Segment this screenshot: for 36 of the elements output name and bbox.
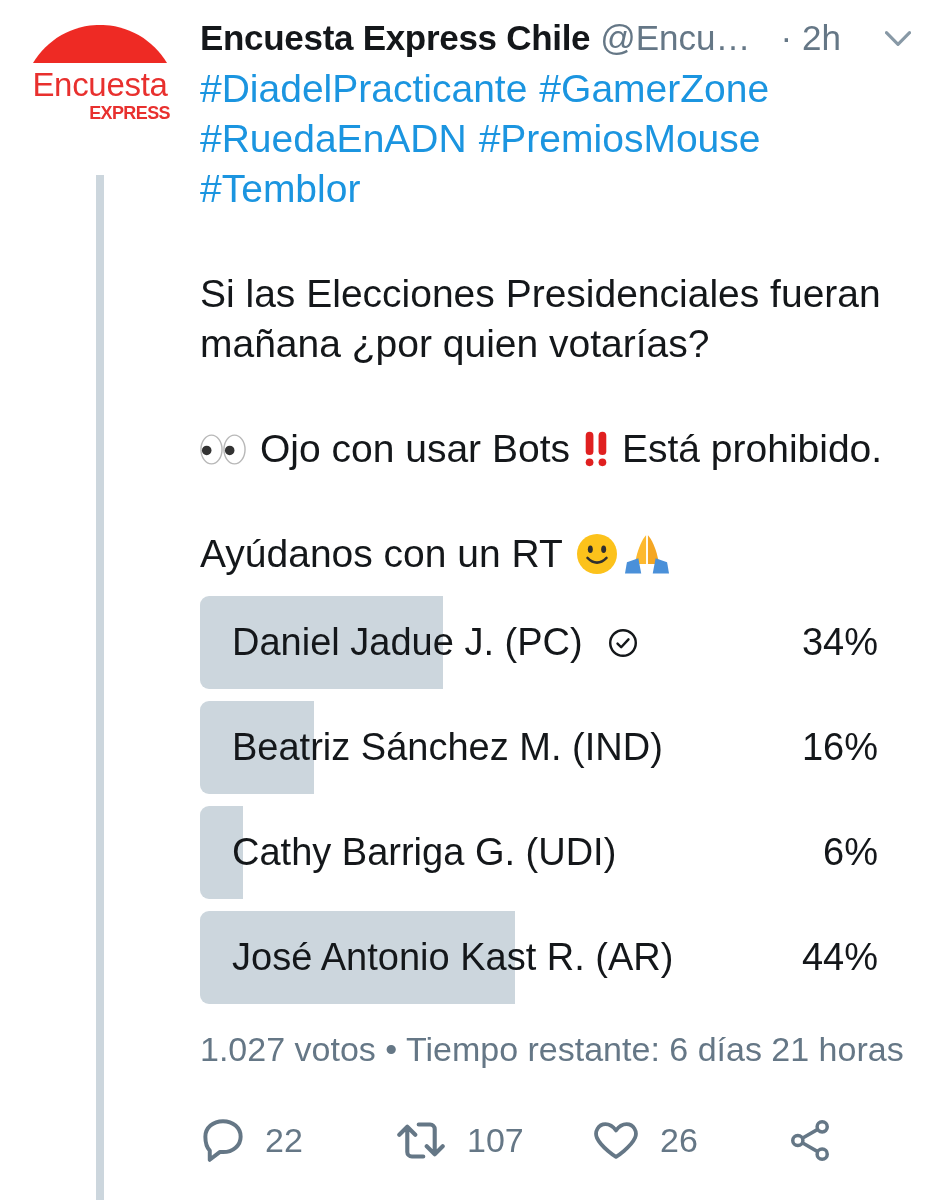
hashtag-link[interactable]: #RuedaEnADN <box>200 114 467 164</box>
tweet-text: Está prohibido. <box>622 426 883 472</box>
action-count: 26 <box>660 1120 698 1160</box>
smiling-face-icon <box>576 534 617 574</box>
praying-hands-icon <box>624 534 669 574</box>
poll-percentage: 16% <box>801 726 878 769</box>
retweet-icon[interactable] <box>397 1121 445 1159</box>
poll-summary: 1.027 votos • Tiempo restante: 6 días 21 horas <box>200 1030 905 1068</box>
poll-option-label: José Antonio Kast R. (AR) <box>232 936 674 979</box>
logo-subtext: EXPRESS <box>89 103 170 123</box>
eyes-emoji-icon <box>200 433 246 465</box>
poll-percentage: 6% <box>823 831 878 874</box>
logo-text: Encuesta <box>32 67 168 103</box>
poll-option-label: Beatriz Sánchez M. (IND) <box>232 726 663 769</box>
hashtag-link[interactable]: #GamerZone <box>539 64 770 114</box>
poll-option-label: Daniel Jadue J. (PC) <box>232 621 583 664</box>
action-count: 22 <box>265 1120 303 1160</box>
poll-option-label: Cathy Barriga G. (UDI) <box>232 831 617 874</box>
tweet-text: Si las Elecciones Presidenciales fueran mañana ¿por quien votarías? <box>200 271 882 367</box>
hashtag-link[interactable]: #PremiosMouse <box>478 114 761 164</box>
heart-icon[interactable] <box>594 1121 638 1159</box>
account-handle[interactable]: @Encu… <box>600 18 751 58</box>
share-icon[interactable] <box>791 1119 829 1161</box>
logo-dome-icon <box>33 25 167 63</box>
action-count: 107 <box>467 1120 524 1160</box>
account-name[interactable]: Encuesta Express Chile <box>200 18 591 58</box>
poll-percentage: 44% <box>801 936 878 979</box>
poll-percentage: 34% <box>801 621 878 664</box>
timestamp[interactable]: · 2h <box>780 18 841 58</box>
hashtag-link[interactable]: #DiadelPracticante <box>200 64 528 114</box>
double-exclamation-icon <box>584 431 608 467</box>
hashtag-link[interactable]: #Temblor <box>200 164 361 214</box>
tweet-text: Ayúdanos con un RT <box>200 531 563 577</box>
tweet-text: Ojo con usar Bots <box>260 426 570 472</box>
chevron-down-icon[interactable] <box>885 30 911 46</box>
reply-icon[interactable] <box>203 1118 243 1162</box>
